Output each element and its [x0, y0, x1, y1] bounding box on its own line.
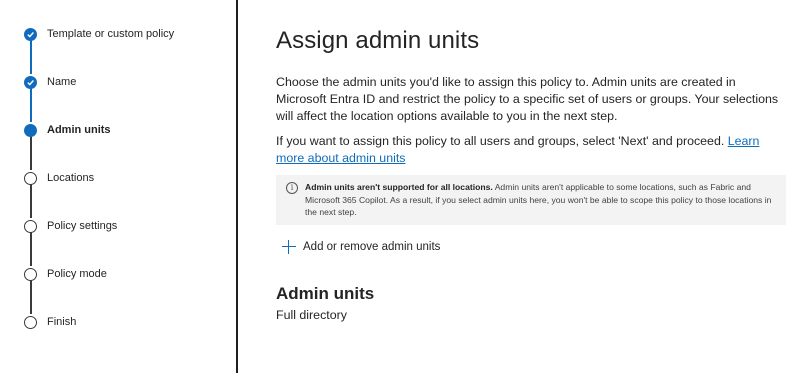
- wizard-step-finish[interactable]: Finish: [24, 314, 76, 330]
- all-users-text: If you want to assign this policy to all…: [276, 134, 728, 148]
- add-icon: [282, 240, 296, 254]
- wizard-step-label: Finish: [47, 316, 77, 328]
- pending-step-icon: [24, 267, 37, 281]
- info-icon: i: [286, 182, 298, 194]
- add-remove-admin-units-button[interactable]: Add or remove admin units: [282, 238, 440, 256]
- wizard-step-label: Template or custom policy: [47, 28, 175, 40]
- wizard-step-label: Policy settings: [47, 220, 118, 232]
- panel-divider: [236, 0, 238, 373]
- step-connector: [30, 88, 32, 122]
- all-users-note: If you want to assign this policy to all…: [276, 133, 781, 167]
- wizard-step-label: Locations: [47, 172, 95, 184]
- wizard-step-policy-mode[interactable]: Policy mode: [24, 266, 107, 282]
- step-connector: [30, 136, 32, 170]
- step-connector: [30, 184, 32, 218]
- step-connector: [30, 280, 32, 314]
- wizard-step-policy-settings[interactable]: Policy settings: [24, 218, 117, 234]
- current-step-icon: [24, 123, 37, 137]
- checkmark-icon: [24, 27, 37, 41]
- info-banner-title: Admin units aren't supported for all loc…: [305, 182, 493, 192]
- wizard-step-template[interactable]: Template or custom policy: [24, 26, 174, 42]
- admin-units-value: Full directory: [276, 308, 347, 322]
- checkmark-icon: [24, 75, 37, 89]
- wizard-step-name[interactable]: Name: [24, 74, 76, 90]
- page-title: Assign admin units: [276, 27, 480, 54]
- pending-step-icon: [24, 315, 37, 329]
- page-description: Choose the admin units you'd like to ass…: [276, 75, 779, 123]
- pending-step-icon: [24, 219, 37, 233]
- step-connector: [30, 232, 32, 266]
- pending-step-icon: [24, 171, 37, 185]
- admin-units-heading: Admin units: [276, 284, 375, 303]
- wizard-step-locations[interactable]: Locations: [24, 170, 94, 186]
- wizard-step-label: Name: [47, 76, 77, 88]
- info-banner-text: Admin units aren't supported for all loc…: [305, 181, 775, 219]
- wizard-step-label: Policy mode: [47, 268, 107, 280]
- info-banner: i Admin units aren't supported for all l…: [276, 175, 786, 225]
- wizard-step-admin-units[interactable]: Admin units: [24, 122, 111, 138]
- wizard-steps: Template or custom policy Name Admin uni…: [0, 0, 236, 373]
- add-button-label: Add or remove admin units: [303, 241, 441, 253]
- wizard-step-label: Admin units: [47, 124, 111, 136]
- step-connector: [30, 40, 32, 74]
